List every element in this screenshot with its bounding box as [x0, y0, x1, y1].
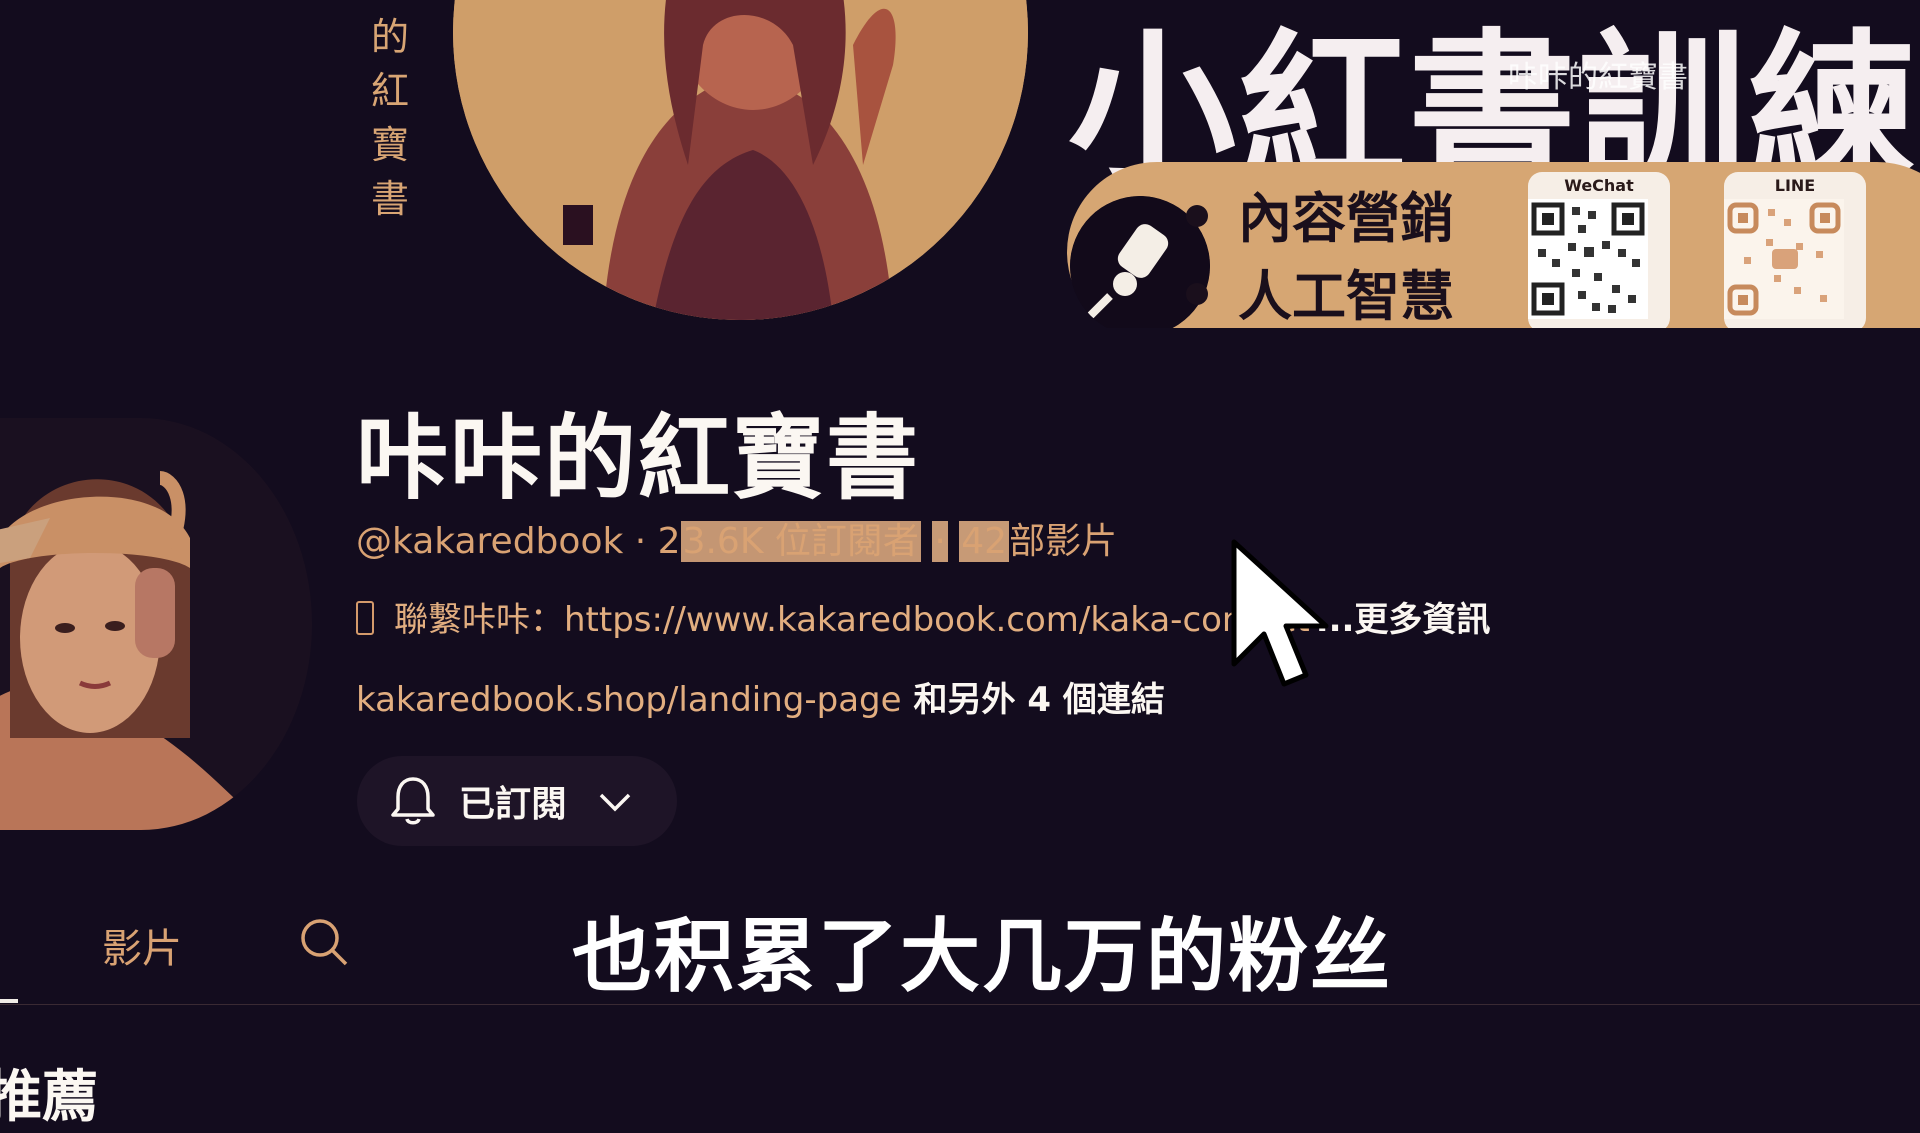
more-links-button[interactable]: 和另外 4 個連結: [914, 680, 1165, 720]
meta-separator: ·: [634, 521, 647, 562]
banner-point: 內容營銷: [1186, 180, 1454, 258]
tab-active-indicator: [0, 999, 18, 1003]
bullet-icon: [1186, 205, 1208, 228]
banner-vertical-char: 書: [370, 177, 409, 221]
channel-link[interactable]: kakaredbook.shop/landing-page: [356, 680, 902, 720]
channel-links: kakaredbook.shop/landing-page 和另外 4 個連結: [356, 672, 1165, 721]
qr-label: LINE: [1774, 176, 1816, 195]
qr-code-icon: [1724, 199, 1844, 319]
more-info-link[interactable]: ...更多資訊: [1316, 600, 1491, 640]
banner-vertical-char: 的: [370, 15, 409, 59]
video-subtitle: 也积累了大几万的粉丝: [572, 910, 1392, 1003]
bell-icon: [391, 777, 435, 825]
video-count: 42: [959, 521, 1010, 562]
video-count-label: 部影片: [1009, 521, 1118, 562]
mouse-cursor-icon: [1231, 539, 1329, 687]
qr-label: WeChat: [1564, 176, 1634, 195]
banner-point: 人工智慧: [1186, 258, 1454, 328]
channel-name: 咔咔的紅寶書: [356, 405, 921, 512]
channel-avatar[interactable]: [0, 418, 312, 830]
wechat-qr-card: WeChat: [1528, 172, 1670, 328]
subscribed-label: 已訂閱: [459, 784, 568, 825]
chevron-down-icon: [599, 793, 631, 812]
subscriber-count-prefix: 2: [657, 521, 681, 562]
bullet-icon: [1186, 283, 1208, 306]
subscribed-button[interactable]: 已訂閱: [357, 756, 677, 846]
banner-portrait-image: [453, 0, 1028, 320]
banner-vertical-char: 紅: [370, 69, 409, 113]
tab-videos[interactable]: 影片: [102, 916, 182, 974]
channel-banner: 的 紅 寶 書 小紅書訓練 咔咔的紅寶書 內容營銷 人工智慧 WeChat LI…: [0, 0, 1920, 328]
banner-vertical-char: 寶: [370, 123, 409, 167]
search-icon[interactable]: [298, 916, 350, 968]
phone-icon: [356, 600, 374, 635]
line-qr-card: LINE: [1724, 172, 1866, 328]
banner-points: 內容營銷 人工智慧: [1186, 180, 1454, 328]
subscriber-count: 3.6K 位訂閱者: [680, 521, 921, 562]
description-text: 聯繫咔咔：https://www.kakaredbook.com/kaka-co…: [394, 600, 1310, 640]
channel-handle: @kakaredbook: [356, 521, 624, 562]
banner-vertical-text: 的 紅 寶 書: [366, 10, 414, 226]
section-heading: 推薦: [0, 1065, 98, 1130]
meta-separator: ·: [932, 521, 948, 562]
banner-watermark: 咔咔的紅寶書: [1508, 60, 1688, 95]
channel-meta: @kakaredbook · 23.6K 位訂閱者 · 42部影片: [356, 512, 1117, 564]
qr-code-icon: [1528, 199, 1648, 319]
